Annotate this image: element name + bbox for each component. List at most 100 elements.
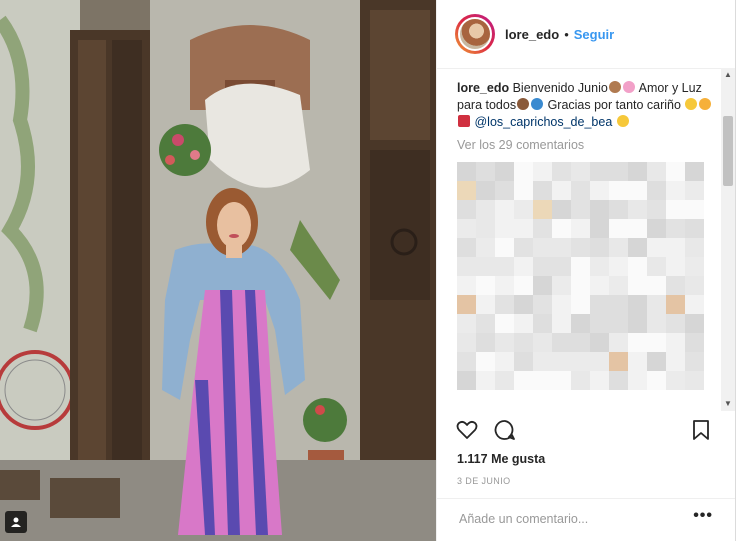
scroll-thumb[interactable] [723,116,733,186]
caption-username[interactable]: lore_edo [457,81,509,95]
pixel-cell [552,352,571,371]
pixel-cell [571,371,590,390]
like-count[interactable]: 1.117 Me gusta [457,452,545,466]
pixel-cell [647,200,666,219]
pixel-cell [476,314,495,333]
pixel-cell [590,333,609,352]
pixel-cell [457,219,476,238]
pixel-cell [666,314,685,333]
pixelated-comments [457,162,704,390]
pixel-cell [609,333,628,352]
pixel-cell [685,219,704,238]
pixel-cell [457,181,476,200]
pixel-cell [533,162,552,181]
pixel-cell [514,238,533,257]
pixel-cell [628,371,647,390]
view-all-comments-link[interactable]: Ver los 29 comentarios [457,137,719,154]
pixel-cell [533,200,552,219]
caption-text-3: Gracias por tanto cariño [547,98,681,112]
pixel-cell [609,238,628,257]
post-photo[interactable] [0,0,436,541]
pixel-cell [590,295,609,314]
pixel-cell [533,295,552,314]
avatar[interactable] [455,14,495,54]
pixel-cell [609,295,628,314]
pixel-cell [495,200,514,219]
scroll-down-icon[interactable]: ▼ [721,397,735,411]
post-sidebar: lore_edo • Seguir lore_edo Bienvenido Ju… [436,0,736,541]
pixel-cell [495,238,514,257]
pixel-cell [514,314,533,333]
pixel-cell [685,181,704,200]
scroll-up-icon[interactable]: ▲ [721,68,735,82]
tagged-user-button[interactable] [5,511,27,533]
pixel-cell [685,200,704,219]
dress-emoji-icon [458,115,470,127]
comments-scrollbar[interactable]: ▲ ▼ [721,68,735,411]
pixel-cell [666,333,685,352]
pixel-cell [685,333,704,352]
pixel-cell [552,200,571,219]
post-date: 3 DE JUNIO [457,476,511,486]
pixel-cell [666,352,685,371]
pixel-cell [457,276,476,295]
pixel-cell [666,257,685,276]
pixel-cell [628,181,647,200]
pixel-cell [457,333,476,352]
pixel-cell [552,314,571,333]
comment-icon[interactable] [493,418,517,442]
heart-icon[interactable] [455,418,479,442]
pixel-cell [514,295,533,314]
pixel-cell [495,181,514,200]
comments-area: lore_edo Bienvenido Junio Amor y Luz par… [457,80,719,410]
header-username[interactable]: lore_edo [505,27,559,42]
pixel-cell [514,181,533,200]
follow-button[interactable]: Seguir [574,27,614,42]
pixel-cell [685,295,704,314]
pixel-cell [685,314,704,333]
separator-dot: • [564,26,569,42]
bookmark-icon[interactable] [689,418,713,442]
pixel-cell [495,314,514,333]
pixel-cell [552,257,571,276]
mention-link[interactable]: @los_caprichos_de_bea [474,115,612,129]
pixel-cell [476,295,495,314]
pixel-cell [628,333,647,352]
pixel-cell [647,257,666,276]
pixel-cell [495,257,514,276]
pixel-cell [552,276,571,295]
pixel-cell [609,200,628,219]
pixel-cell [647,276,666,295]
pixel-cell [533,181,552,200]
pixel-cell [457,257,476,276]
pixel-cell [609,162,628,181]
pixel-cell [590,200,609,219]
pixel-cell [590,352,609,371]
pixel-cell [571,257,590,276]
pixel-cell [476,257,495,276]
pixel-cell [666,371,685,390]
pixel-cell [514,352,533,371]
pixel-cell [533,333,552,352]
hands-emoji-icon [608,81,621,93]
pixel-cell [571,181,590,200]
pixel-cell [628,238,647,257]
pixel-cell [666,276,685,295]
pixel-cell [609,257,628,276]
comment-input[interactable] [457,511,681,527]
pixel-cell [495,219,514,238]
pixel-cell [666,219,685,238]
pixel-cell [590,314,609,333]
pixel-cell [647,352,666,371]
pixel-cell [514,276,533,295]
pixel-cell [685,371,704,390]
more-options-button[interactable]: ••• [693,507,713,525]
pixel-cell [628,276,647,295]
pixel-cell [647,371,666,390]
pixel-cell [685,257,704,276]
pixel-cell [552,238,571,257]
pixel-cell [647,333,666,352]
pixel-cell [571,238,590,257]
post-image [0,0,436,541]
pixel-cell [666,162,685,181]
